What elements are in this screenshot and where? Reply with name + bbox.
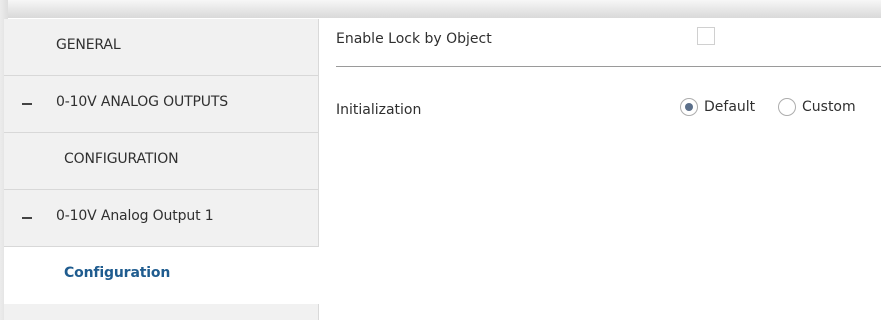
minus-icon[interactable] [22,217,32,219]
parameter-content: Enable Lock by Object Initialization Def… [319,19,881,320]
lock-by-object-row: Enable Lock by Object [336,19,881,67]
sidebar-item-label: CONFIGURATION [64,151,179,167]
sidebar-item-analog-outputs[interactable]: 0-10V ANALOG OUTPUTS [4,76,318,133]
sidebar-item-output-1-configuration[interactable]: Configuration [4,247,319,304]
minus-icon[interactable] [22,103,32,105]
radio-button-icon[interactable] [778,98,796,116]
sidebar-item-label: 0-10V ANALOG OUTPUTS [56,94,228,110]
radio-button-icon[interactable] [680,98,698,116]
initialization-label: Initialization [336,102,422,118]
sidebar-item-general[interactable]: GENERAL [4,19,318,76]
parameter-sidebar: GENERAL 0-10V ANALOG OUTPUTS CONFIGURATI… [4,19,319,320]
sidebar-item-label: Configuration [64,265,171,281]
parameter-window: GENERAL 0-10V ANALOG OUTPUTS CONFIGURATI… [0,0,881,320]
sidebar-item-label: 0-10V Analog Output 1 [56,208,214,224]
window-top-shadow [0,0,881,18]
sidebar-item-analog-output-1[interactable]: 0-10V Analog Output 1 [4,190,318,247]
lock-by-object-label: Enable Lock by Object [336,31,492,47]
default-radio-label: Default [704,99,756,115]
sidebar-item-configuration[interactable]: CONFIGURATION [4,133,318,190]
lock-by-object-checkbox[interactable] [697,27,715,45]
sidebar-item-label: GENERAL [56,37,121,53]
custom-radio-label: Custom [802,99,856,115]
